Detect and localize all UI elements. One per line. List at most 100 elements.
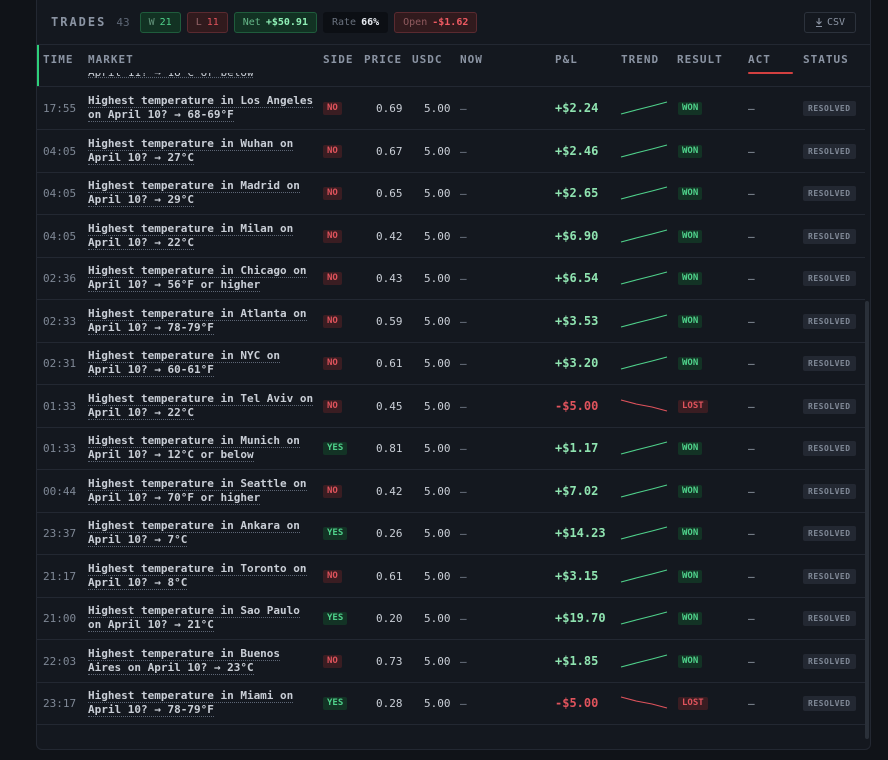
open-label: Open (403, 16, 428, 28)
col-trend[interactable]: TREND (621, 53, 659, 66)
table-row[interactable]: 17:55 Highest temperature in Los Angeles… (37, 87, 865, 130)
market-link[interactable]: Highest temperature in NYC on April 10? … (88, 349, 281, 377)
net-label: Net (242, 16, 261, 28)
cell-act[interactable]: — (748, 230, 755, 243)
col-result[interactable]: RESULT (677, 53, 723, 66)
trades-table: April 11? → 18°C or below TIME MARKET SI… (37, 44, 870, 740)
market-link[interactable]: Highest temperature in Milan on April 10… (88, 221, 294, 250)
table-row[interactable]: 00:44 Highest temperature in Seattle on … (37, 470, 865, 513)
cell-time: 04:05 (43, 144, 77, 158)
cell-act[interactable]: — (748, 527, 755, 540)
table-row[interactable]: 02:31 Highest temperature in NYC on Apri… (37, 342, 865, 385)
cell-market[interactable]: Highest temperature in Madrid on April 1… (88, 179, 316, 207)
cell-act[interactable]: — (748, 612, 755, 625)
table-row[interactable]: 01:33 Highest temperature in Munich on A… (37, 427, 865, 470)
table-row[interactable]: 02:36 Highest temperature in Chicago on … (37, 257, 865, 300)
download-icon (815, 18, 822, 27)
status-badge: RESOLVED (803, 526, 856, 541)
cell-act[interactable]: — (748, 697, 755, 710)
result-badge: WON (678, 144, 703, 158)
market-link[interactable]: Highest temperature in Sao Paulo on Apri… (88, 604, 300, 632)
cell-price: 0.81 (376, 442, 403, 455)
cell-usdc: 5.00 (424, 272, 451, 285)
col-act[interactable]: ACT (748, 53, 771, 66)
status-badge: RESOLVED (803, 483, 856, 499)
col-usdc[interactable]: USDC (412, 53, 443, 66)
table-header: TIME MARKET SIDE PRICE USDC NOW P&L TREN… (37, 45, 870, 74)
cell-market[interactable]: Highest temperature in Wuhan on April 10… (88, 136, 316, 165)
scrollbar[interactable] (865, 301, 869, 739)
cell-market[interactable]: Highest temperature in Miami on April 10… (88, 689, 316, 717)
market-link[interactable]: Highest temperature in Buenos Aires on A… (88, 646, 281, 675)
cell-market[interactable]: Highest temperature in Buenos Aires on A… (88, 646, 316, 675)
table-row[interactable]: 01:33 Highest temperature in Tel Aviv on… (37, 385, 865, 428)
cell-act[interactable]: — (748, 357, 755, 370)
cell-market[interactable]: Highest temperature in Seattle on April … (88, 476, 316, 505)
col-market[interactable]: MARKET (88, 53, 134, 66)
col-side[interactable]: SIDE (323, 53, 354, 66)
status-badge: RESOLVED (803, 441, 856, 456)
market-link[interactable]: Highest temperature in Wuhan on April 10… (88, 136, 294, 165)
cell-time: 22:03 (43, 654, 77, 668)
table-row[interactable]: 23:37 Highest temperature in Ankara on A… (37, 512, 865, 555)
cell-market[interactable]: Highest temperature in Munich on April 1… (88, 434, 316, 462)
cell-act[interactable]: — (748, 442, 755, 455)
cell-act[interactable]: — (748, 102, 755, 115)
table-row[interactable]: 04:05 Highest temperature in Milan on Ap… (37, 215, 865, 258)
cell-act[interactable]: — (748, 187, 755, 200)
cell-market[interactable]: Highest temperature in Milan on April 10… (88, 221, 316, 250)
cell-now: — (460, 697, 467, 710)
cell-act[interactable]: — (748, 655, 755, 668)
market-link[interactable]: Highest temperature in Tel Aviv on April… (88, 391, 314, 420)
table-row[interactable]: 22:03 Highest temperature in Buenos Aire… (37, 640, 865, 683)
wins-value: 21 (159, 16, 172, 28)
market-link[interactable]: Highest temperature in Atlanta on April … (88, 306, 307, 335)
cell-market[interactable]: Highest temperature in Ankara on April 1… (88, 519, 316, 547)
table-row[interactable]: 23:17 Highest temperature in Miami on Ap… (37, 682, 865, 725)
cell-market[interactable]: Highest temperature in Sao Paulo on Apri… (88, 604, 316, 632)
net-badge: Net +$50.91 (233, 11, 317, 33)
table-row[interactable]: 04:05 Highest temperature in Wuhan on Ap… (37, 130, 865, 173)
market-link[interactable]: Highest temperature in Munich on April 1… (88, 434, 300, 462)
trend-sparkline (620, 143, 668, 158)
col-pnl[interactable]: P&L (555, 53, 578, 66)
table-row[interactable]: 02:33 Highest temperature in Atlanta on … (37, 300, 865, 343)
trend-sparkline (620, 101, 668, 115)
market-link[interactable]: Highest temperature in Chicago on April … (88, 264, 307, 292)
market-link[interactable]: Highest temperature in Los Angeles on Ap… (88, 94, 314, 122)
market-link[interactable]: Highest temperature in Miami on April 10… (88, 689, 294, 717)
cell-market[interactable]: Highest temperature in Atlanta on April … (88, 306, 316, 335)
wins-label: W (148, 16, 155, 28)
cell-act[interactable]: — (748, 315, 755, 328)
table-row[interactable]: 04:05 Highest temperature in Madrid on A… (37, 172, 865, 215)
cell-market[interactable]: Highest temperature in Chicago on April … (88, 264, 316, 292)
csv-export-button[interactable]: CSV (803, 12, 856, 33)
status-badge: RESOLVED (803, 228, 856, 244)
cell-act[interactable]: — (748, 570, 755, 583)
market-link[interactable]: Highest temperature in Toronto on April … (88, 561, 307, 590)
market-link[interactable]: Highest temperature in Ankara on April 1… (88, 519, 300, 547)
cell-market[interactable]: Highest temperature in Los Angeles on Ap… (88, 94, 316, 122)
cell-act[interactable]: — (748, 272, 755, 285)
cell-market[interactable]: Highest temperature in Toronto on April … (88, 561, 316, 590)
status-badge: RESOLVED (803, 611, 856, 626)
table-row[interactable]: 21:17 Highest temperature in Toronto on … (37, 555, 865, 598)
col-now[interactable]: NOW (460, 53, 483, 66)
cell-act[interactable]: — (748, 485, 755, 498)
cell-time: 21:00 (43, 612, 77, 625)
col-time[interactable]: TIME (43, 53, 74, 66)
col-price[interactable]: PRICE (364, 53, 402, 66)
cell-market[interactable]: Highest temperature in Tel Aviv on April… (88, 391, 316, 420)
cell-act[interactable]: — (748, 400, 755, 413)
market-link[interactable]: Highest temperature in Seattle on April … (88, 476, 307, 505)
cell-act[interactable]: — (748, 145, 755, 158)
cell-pnl: +$6.54 (555, 271, 599, 285)
cell-now: — (460, 484, 467, 498)
cell-now: — (460, 654, 467, 668)
market-link[interactable]: Highest temperature in Madrid on April 1… (88, 179, 300, 207)
cell-market[interactable]: Highest temperature in NYC on April 10? … (88, 349, 316, 377)
result-badge: LOST (678, 399, 708, 413)
open-value: -$1.62 (432, 16, 469, 28)
col-status[interactable]: STATUS (803, 53, 849, 66)
table-row[interactable]: 21:00 Highest temperature in Sao Paulo o… (37, 597, 865, 640)
